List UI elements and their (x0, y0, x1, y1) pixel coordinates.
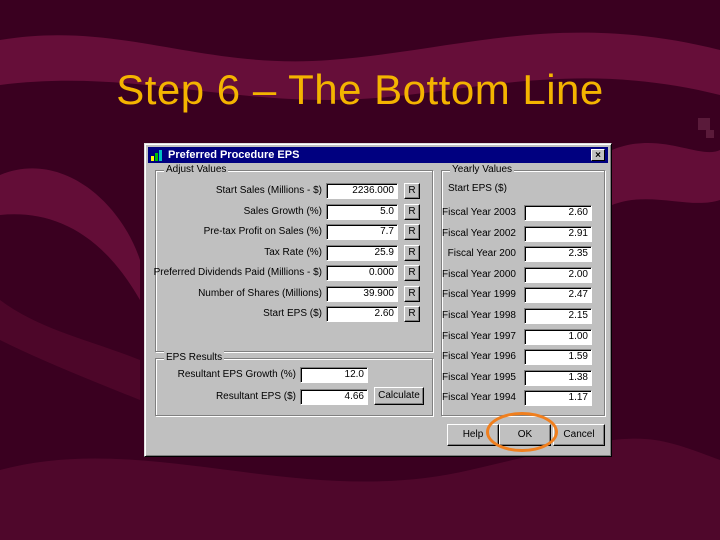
fiscal-year-eps-field[interactable]: 2.47 (524, 287, 592, 304)
adjust-row-field[interactable]: 0.000 (326, 265, 398, 281)
resultant-eps-growth-field[interactable]: 12.0 (300, 367, 368, 383)
cancel-button[interactable]: Cancel (553, 424, 605, 446)
fiscal-year-label: Fiscal Year 200 (447, 248, 516, 260)
close-icon: × (595, 150, 601, 161)
background-swoosh-right (612, 142, 720, 205)
ok-button-highlight-circle (486, 412, 558, 452)
adjust-row-field[interactable]: 7.7 (326, 224, 398, 240)
fiscal-year-label: Fiscal Year 1994 (442, 392, 516, 404)
adjust-row-field[interactable]: 2236.000 (326, 183, 398, 199)
reset-button[interactable]: R (404, 203, 420, 220)
yearly-values-group: Yearly Values Start EPS ($) Fiscal Year … (441, 163, 605, 416)
fiscal-year-label: Fiscal Year 1995 (442, 371, 516, 383)
resultant-eps-label: Resultant EPS ($) (215, 391, 296, 402)
decor-square-2 (706, 130, 714, 138)
fiscal-year-eps-field[interactable]: 1.59 (524, 349, 592, 366)
fiscal-year-eps-field[interactable]: 2.60 (524, 205, 592, 221)
resultant-eps-growth-label: Resultant EPS Growth (%) (177, 369, 296, 380)
adjust-row-field[interactable]: 5.0 (326, 203, 398, 220)
yearly-values-label: Yearly Values (450, 163, 515, 177)
decor-square-1 (698, 118, 710, 130)
fiscal-year-label: Fiscal Year 1996 (442, 351, 516, 363)
adjust-row-label: Start Sales (Millions - $) (215, 185, 322, 196)
resultant-eps-field[interactable]: 4.66 (300, 389, 368, 405)
fiscal-year-label: Fiscal Year 1999 (442, 289, 516, 301)
fiscal-year-label: Fiscal Year 1998 (442, 310, 516, 321)
close-button[interactable]: × (591, 149, 605, 161)
adjust-row-field[interactable]: 2.60 (326, 306, 398, 322)
adjust-row-label: Sales Growth (%) (243, 205, 322, 217)
yearly-start-eps-header: Start EPS ($) (448, 183, 507, 194)
fiscal-year-eps-field[interactable]: 1.17 (524, 390, 592, 407)
app-icon (151, 150, 162, 161)
slide-title: Step 6 – The Bottom Line (116, 66, 604, 113)
fiscal-year-eps-field[interactable]: 1.00 (524, 328, 592, 345)
fiscal-year-label: Fiscal Year 2002 (442, 227, 516, 239)
reset-button[interactable]: R (404, 265, 420, 281)
fiscal-year-eps-field[interactable]: 2.91 (524, 225, 592, 242)
adjust-row-label: Tax Rate (%) (264, 246, 322, 258)
preferred-procedure-eps-dialog: Preferred Procedure EPS × Adjust Values … (144, 143, 612, 457)
calculate-button[interactable]: Calculate (374, 387, 424, 405)
adjust-row-field[interactable]: 25.9 (326, 244, 398, 261)
dialog-title: Preferred Procedure EPS (168, 149, 300, 161)
reset-button[interactable]: R (404, 183, 420, 199)
adjust-values-label: Adjust Values (164, 163, 229, 177)
adjust-row-label: Start EPS ($) (263, 308, 322, 319)
adjust-row-label: Number of Shares (Millions) (198, 287, 322, 299)
fiscal-year-eps-field[interactable]: 2.15 (524, 308, 592, 324)
fiscal-year-label: Fiscal Year 1997 (442, 330, 516, 342)
fiscal-year-eps-field[interactable]: 1.38 (524, 369, 592, 386)
adjust-row-label: Preferred Dividends Paid (Millions - $) (153, 267, 322, 278)
fiscal-year-eps-field[interactable]: 2.35 (524, 246, 592, 263)
reset-button[interactable]: R (404, 285, 420, 302)
reset-button[interactable]: R (404, 244, 420, 261)
fiscal-year-label: Fiscal Year 2003 (442, 207, 516, 218)
eps-results-label: EPS Results (164, 351, 225, 365)
dialog-titlebar[interactable]: Preferred Procedure EPS × (148, 147, 608, 163)
fiscal-year-eps-field[interactable]: 2.00 (524, 266, 592, 283)
eps-results-group: EPS Results Resultant EPS Growth (%) 12.… (155, 351, 433, 416)
adjust-values-group: Adjust Values Start Sales (Millions - $)… (153, 163, 433, 352)
adjust-row-label: Pre-tax Profit on Sales (%) (203, 226, 322, 237)
adjust-row-field[interactable]: 39.900 (326, 285, 398, 302)
reset-button[interactable]: R (404, 224, 420, 240)
fiscal-year-label: Fiscal Year 2000 (442, 268, 516, 280)
reset-button[interactable]: R (404, 306, 420, 322)
